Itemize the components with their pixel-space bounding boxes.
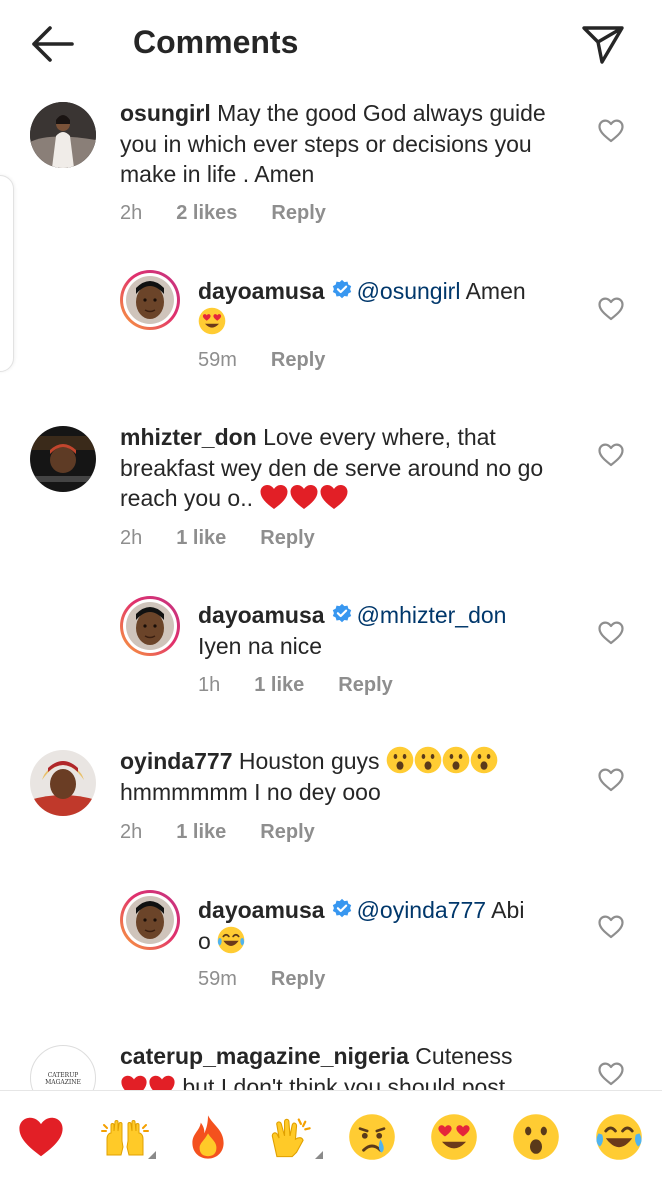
reply-button[interactable]: Reply: [271, 968, 325, 990]
share-button[interactable]: [580, 22, 626, 66]
avatar[interactable]: [120, 596, 180, 656]
like-heart-icon[interactable]: [598, 768, 624, 792]
astonished-emoji-icon: [414, 746, 442, 774]
comment-meta: 2h 2 likes Reply: [120, 202, 326, 225]
like-heart-icon[interactable]: [598, 443, 624, 467]
comment-username[interactable]: dayoamusa: [198, 278, 325, 304]
paper-plane-icon: [582, 26, 624, 64]
reply-button[interactable]: Reply: [271, 349, 325, 371]
comment-body: Amen: [460, 278, 526, 304]
red-heart-emoji-icon: [259, 483, 289, 511]
comment-text: dayoamusa @osungirl Amen: [198, 276, 578, 337]
mention-link[interactable]: @oyinda777: [357, 897, 487, 923]
comment-text: caterup_magazine_nigeria Cuteness but I …: [120, 1041, 570, 1090]
comment-text: dayoamusa @oyinda777 Abi o: [198, 895, 578, 956]
clapping-hands-reaction-icon[interactable]: [266, 1113, 314, 1161]
heart-eyes-emoji-icon: [198, 307, 226, 335]
comment-likes[interactable]: 1 like: [176, 527, 226, 549]
comment-body: Iyen na nice: [198, 632, 323, 659]
comment-body-line-2: hmmmmmm I no dey ooo: [120, 778, 381, 805]
like-heart-icon[interactable]: [598, 119, 624, 143]
avatar[interactable]: [120, 270, 180, 330]
comment-body-line-2: o: [198, 927, 211, 954]
comment-username[interactable]: osungirl: [120, 100, 211, 126]
comment-time: 59m: [198, 968, 237, 990]
skin-tone-indicator: [148, 1151, 156, 1159]
like-heart-icon[interactable]: [598, 1062, 624, 1086]
comment-likes[interactable]: 2 likes: [176, 202, 237, 224]
astonished-emoji-icon: [470, 746, 498, 774]
red-heart-emoji-icon: [289, 483, 319, 511]
edge-panel-handle[interactable]: [0, 175, 14, 372]
comment-body: Cuteness: [415, 1043, 513, 1069]
astonished-face-reaction-icon[interactable]: [512, 1113, 560, 1161]
like-heart-icon[interactable]: [598, 621, 624, 645]
comment-username[interactable]: oyinda777: [120, 748, 233, 774]
comment-time: 59m: [198, 349, 237, 371]
verified-badge-icon: [331, 603, 353, 625]
avatar[interactable]: [30, 426, 96, 492]
mention-link[interactable]: @mhizter_don: [357, 602, 507, 628]
comment-likes[interactable]: 1 like: [176, 821, 226, 843]
fire-reaction-icon[interactable]: [184, 1113, 232, 1161]
tears-of-joy-emoji-icon: [217, 926, 245, 954]
arrow-left-icon: [32, 26, 74, 62]
comment-username[interactable]: dayoamusa: [198, 602, 325, 628]
quick-reaction-bar: [0, 1090, 662, 1181]
comment-username[interactable]: mhizter_don: [120, 424, 257, 450]
sparkling-heart-emoji-icon: [148, 1074, 176, 1091]
page-title: Comments: [133, 24, 299, 60]
avatar-label: CATERUP MAGAZINE: [45, 1072, 81, 1086]
comment-text: oyinda777 Houston guys hmmmmmm I no dey …: [120, 746, 570, 807]
like-heart-icon[interactable]: [598, 297, 624, 321]
comment-time: 1h: [198, 674, 221, 696]
verified-badge-icon: [331, 279, 353, 301]
comment-text: mhizter_don Love every where, that break…: [120, 422, 570, 514]
comment-username[interactable]: caterup_magazine_nigeria: [120, 1043, 409, 1069]
heart-eyes-reaction-icon[interactable]: [430, 1113, 478, 1161]
tears-of-joy-reaction-icon[interactable]: [595, 1113, 643, 1161]
verified-badge-icon: [331, 898, 353, 920]
red-heart-reaction-icon[interactable]: [17, 1113, 65, 1161]
reply-button[interactable]: Reply: [260, 527, 314, 549]
kiss-mark-emoji-icon: [120, 1074, 148, 1091]
astonished-emoji-icon: [386, 746, 414, 774]
comment-likes[interactable]: 1 like: [254, 674, 304, 696]
raised-hands-reaction-icon[interactable]: [101, 1113, 149, 1161]
back-button[interactable]: [28, 22, 76, 66]
skin-tone-indicator: [315, 1151, 323, 1159]
comment-time: 2h: [120, 821, 143, 843]
comment-meta: 59m Reply: [198, 349, 325, 372]
red-heart-emoji-icon: [319, 483, 349, 511]
avatar[interactable]: [30, 750, 96, 816]
comment-text: dayoamusa @mhizter_don Iyen na nice: [198, 600, 578, 661]
avatar[interactable]: [30, 102, 96, 168]
comment-body: Houston guys: [238, 748, 380, 774]
reply-button[interactable]: Reply: [338, 674, 392, 696]
comment-text: osungirl May the good God always guide y…: [120, 98, 570, 190]
comment-meta: 2h 1 like Reply: [120, 527, 315, 550]
reply-button[interactable]: Reply: [260, 821, 314, 843]
comment-meta: 2h 1 like Reply: [120, 821, 315, 844]
comment-time: 2h: [120, 202, 143, 224]
comment-username[interactable]: dayoamusa: [198, 897, 325, 923]
crying-face-reaction-icon[interactable]: [348, 1113, 396, 1161]
avatar[interactable]: [120, 890, 180, 950]
comment-meta: 1h 1 like Reply: [198, 674, 393, 697]
reply-button[interactable]: Reply: [271, 202, 325, 224]
like-heart-icon[interactable]: [598, 915, 624, 939]
comment-body: Abi: [486, 897, 525, 923]
header: Comments: [0, 0, 662, 90]
astonished-emoji-icon: [442, 746, 470, 774]
comment-meta: 59m Reply: [198, 968, 325, 991]
comment-body-line-2: but I don't think you should post: [182, 1073, 506, 1091]
comment-time: 2h: [120, 527, 143, 549]
mention-link[interactable]: @osungirl: [357, 278, 461, 304]
